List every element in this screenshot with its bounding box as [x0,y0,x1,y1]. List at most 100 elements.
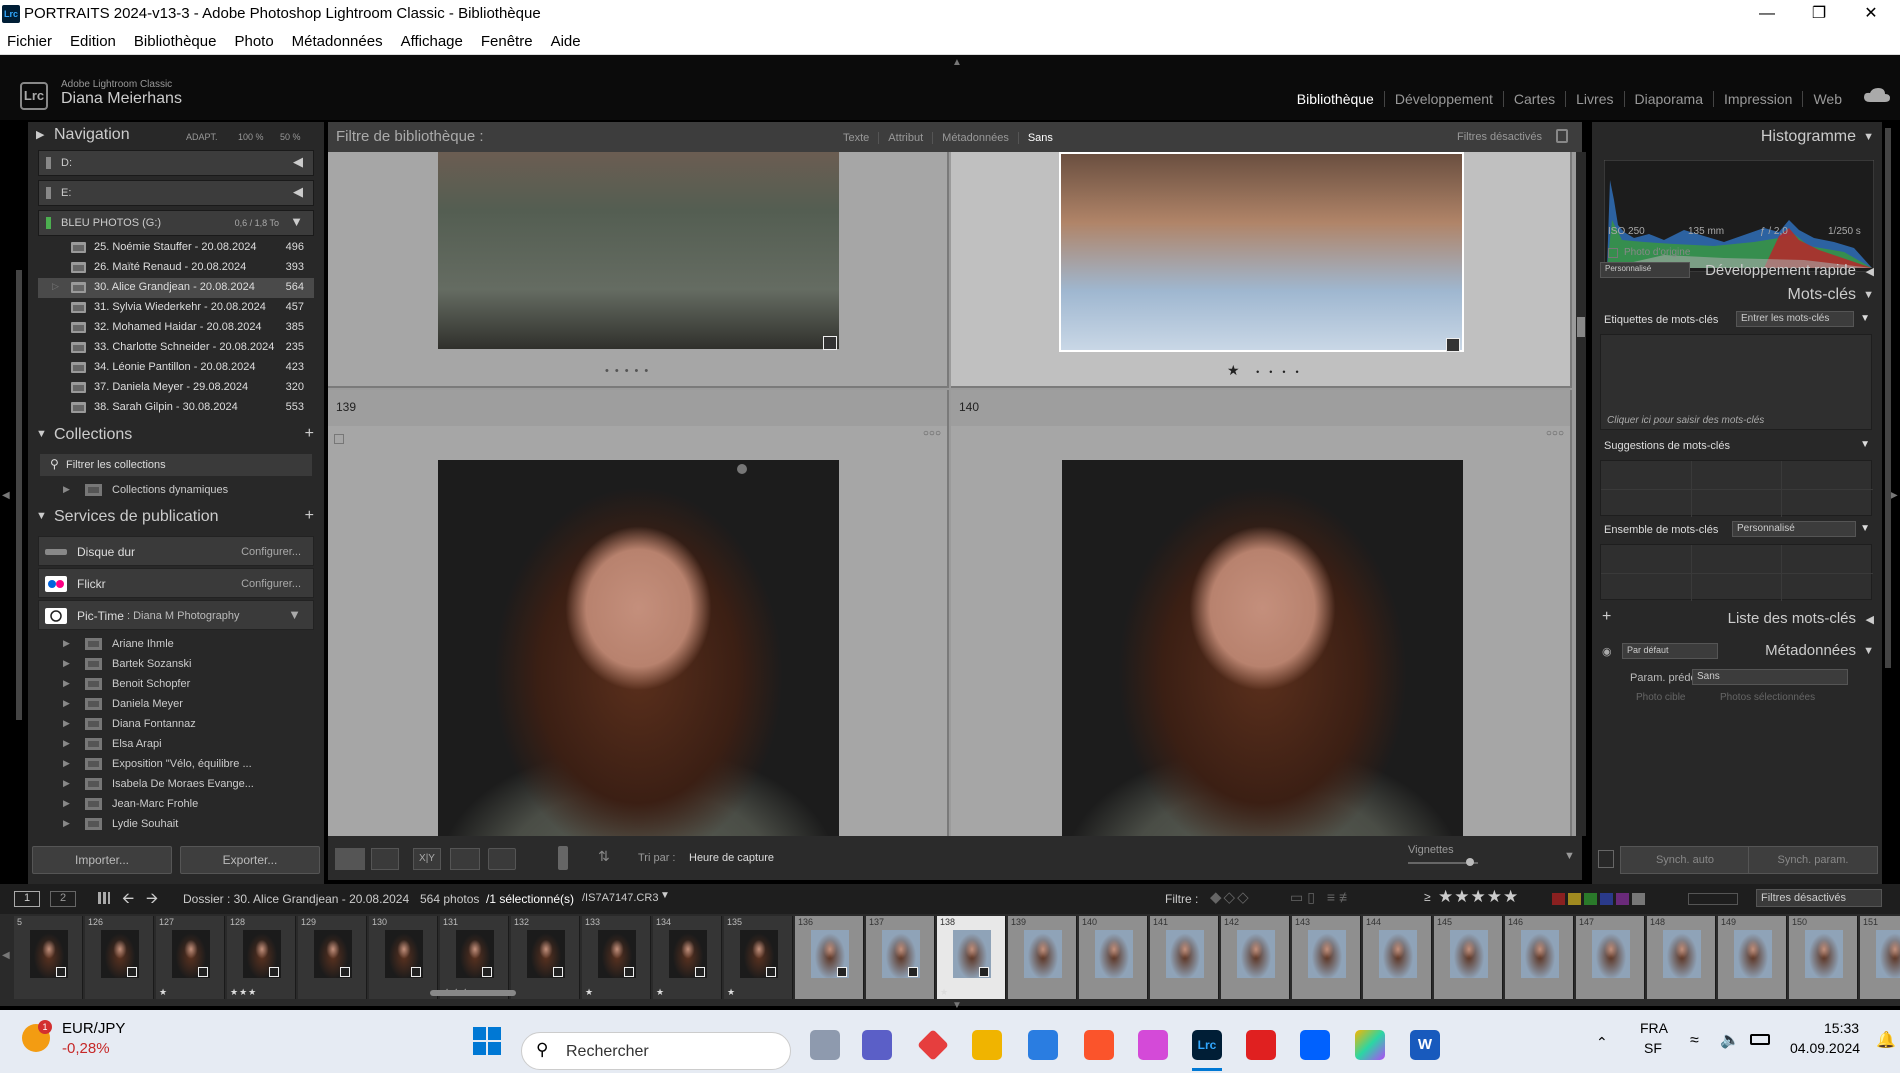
cloud-icon[interactable] [1862,87,1892,103]
clock-date[interactable]: 04.09.2024 [1790,1040,1860,1056]
publish-collection[interactable]: ▶ Bartek Sozanski [38,654,314,674]
filmstrip-left-arrow-icon[interactable]: ◀ [2,950,10,961]
publish-collection[interactable]: ▶ Diana Fontannaz [38,714,314,734]
filmstrip-thumb[interactable]: 146 [1505,916,1574,999]
filmstrip-thumb[interactable]: 142 [1221,916,1290,999]
folder-item[interactable]: 37. Daniela Meyer - 29.08.2024 320 [38,378,314,398]
sync-auto-button[interactable]: Synch. auto [1620,846,1750,874]
folder-item[interactable]: 26. Maïté Renaud - 20.08.2024 393 [38,258,314,278]
expand-icon[interactable]: ▶ [63,678,70,689]
configure-link[interactable]: Configurer... [241,546,301,558]
file-explorer-icon[interactable] [972,1030,1002,1060]
collection-smart[interactable]: ▶ Collections dynamiques [38,480,314,500]
publish-service-harddisk[interactable]: Disque dur Configurer... [38,536,314,566]
wifi-icon[interactable]: ≈ [1690,1032,1699,1050]
collection-filter-input[interactable]: ⚲ Filtrer les collections [40,454,312,476]
drive-g[interactable]: BLEU PHOTOS (G:) 0,6 / 1,8 To ▼ [38,210,314,236]
eye-icon[interactable]: ◉ [1602,645,1612,658]
lock-icon[interactable] [1556,129,1568,143]
nav-zoom-100[interactable]: 100 % [238,132,264,142]
expand-icon[interactable]: ▶ [63,638,70,649]
expand-icon[interactable]: ▶ [63,658,70,669]
menu-affichage[interactable]: Affichage [401,28,471,54]
expand-icon[interactable]: ▷ [52,281,59,292]
metadata-preset-dropdown[interactable]: Sans [1692,669,1848,685]
source-path[interactable]: Dossier : 30. Alice Grandjean - 20.08.20… [183,892,409,906]
filmstrip-thumb[interactable]: 149 [1718,916,1787,999]
publish-services-header[interactable]: ▼ Services de publication + [28,504,324,530]
rating-stars[interactable]: ★ •••• [1227,362,1309,379]
scroll-thumb[interactable] [1577,317,1585,337]
photo-thumbnail[interactable] [438,152,839,349]
acrobat-icon[interactable] [1246,1030,1276,1060]
maximize-button[interactable]: ❐ [1796,2,1842,26]
spray-can-icon[interactable] [558,846,568,870]
filmstrip-thumb[interactable]: 134 ★ [653,916,722,999]
publish-collection[interactable]: ▶ Elsa Arapi [38,734,314,754]
collapse-icon[interactable]: ▼ [1860,523,1870,534]
filter-text[interactable]: Texte [834,132,878,144]
bell-icon[interactable]: 🔔 [1876,1030,1896,1050]
publish-collection[interactable]: ▶ Ariane Ihmle [38,634,314,654]
folder-item[interactable]: 32. Mohamed Haidar - 20.08.2024 385 [38,318,314,338]
flag-icon[interactable] [737,464,747,474]
menu-metadonnees[interactable]: Métadonnées [292,28,391,54]
filmstrip-thumb[interactable]: 150 [1789,916,1858,999]
compare-view-icon[interactable]: X|Y [413,848,441,870]
publish-collection[interactable]: ▶ Benoit Schopfer [38,674,314,694]
folder-item[interactable]: 34. Léonie Pantillon - 20.08.2024 423 [38,358,314,378]
ticker-label[interactable]: EUR/JPY [62,1020,125,1037]
rating-filter-stars[interactable]: ★★★★★ [1438,887,1519,907]
word-icon[interactable]: W [1410,1030,1440,1060]
edit-filter-icons[interactable]: ▭▯ ≡≢ [1290,889,1357,906]
filmstrip-thumb[interactable]: 130 [369,916,438,999]
metadata-header[interactable]: ◉ Par défaut Métadonnées ▼ [1592,636,1882,666]
publish-collection[interactable]: ▶ Jean-Marc Frohle [38,794,314,814]
right-panel-toggle-icon[interactable]: ▶ [1890,490,1898,501]
add-collection-icon[interactable]: + [305,425,314,443]
close-button[interactable]: ✕ [1848,2,1894,26]
edit-badge-icon[interactable] [1446,338,1460,352]
task-view-icon[interactable] [810,1030,840,1060]
drive-e[interactable]: E: ◀ [38,180,314,206]
collections-header[interactable]: ▼ Collections + [28,422,324,448]
filter-presets-dropdown[interactable]: Filtres désactivés [1457,131,1542,143]
metadata-target-photo[interactable]: Photo cible [1636,692,1685,703]
filmstrip-thumb[interactable]: 135 ★ [724,916,793,999]
folder-item[interactable]: 33. Charlotte Schneider - 20.08.2024 235 [38,338,314,358]
toolbar-menu-icon[interactable]: ▼ [1564,850,1575,862]
filmstrip-thumb[interactable]: 145 [1434,916,1503,999]
publish-collection[interactable]: ▶ Daniela Meyer [38,694,314,714]
add-service-icon[interactable]: + [305,507,314,525]
folder-item[interactable]: 31. Sylvia Wiederkehr - 20.08.2024 457 [38,298,314,318]
more-options-icon[interactable]: ○○○ [1546,428,1564,439]
filmstrip-thumb[interactable]: 147 [1576,916,1645,999]
filmstrip-filter-dropdown[interactable]: Filtres désactivés [1756,889,1882,907]
navigator-header[interactable]: ▶ Navigation ADAPT. 100 % 50 % [28,122,324,148]
left-panel-scrollbar[interactable] [16,270,22,720]
drive-d[interactable]: D: ◀ [38,150,314,176]
quick-develop-preset-dropdown[interactable]: Personnalisé [1600,262,1690,278]
publish-collection[interactable]: ▶ Isabela De Moraes Evange... [38,774,314,794]
loupe-view-icon[interactable] [371,848,399,870]
expand-icon[interactable]: ▶ [63,818,70,829]
survey-view-icon[interactable] [450,848,480,870]
store-icon[interactable] [1028,1030,1058,1060]
folder-item-selected[interactable]: ▷ 30. Alice Grandjean - 20.08.2024 564 [38,278,314,298]
expand-icon[interactable]: ▶ [63,718,70,729]
filmstrip-thumb[interactable]: 129 [298,916,367,999]
filmstrip-thumb[interactable]: 136 [795,916,864,999]
grid-cell[interactable]: 139 ○○○ [328,390,949,836]
dropdown-icon[interactable]: ▼ [660,890,670,901]
menu-bibliotheque[interactable]: Bibliothèque [134,28,225,54]
filmstrip-thumb[interactable]: 126 [85,916,154,999]
module-developpement[interactable]: Développement [1383,91,1503,107]
flag-filter-icons[interactable]: ◆◇◇ [1210,888,1251,906]
grid-cell-selected[interactable]: ★ •••• [951,152,1572,388]
view-filter-icons[interactable] [1688,893,1738,905]
app-color-icon[interactable] [1355,1030,1385,1060]
keyword-suggestions-row[interactable]: Suggestions de mots-clés ▼ [1600,434,1872,458]
publish-service-flickr[interactable]: Flickr Configurer... [38,568,314,598]
left-panel-toggle-icon[interactable]: ◀ [2,490,10,501]
filmstrip-thumb[interactable]: 137 [866,916,935,999]
